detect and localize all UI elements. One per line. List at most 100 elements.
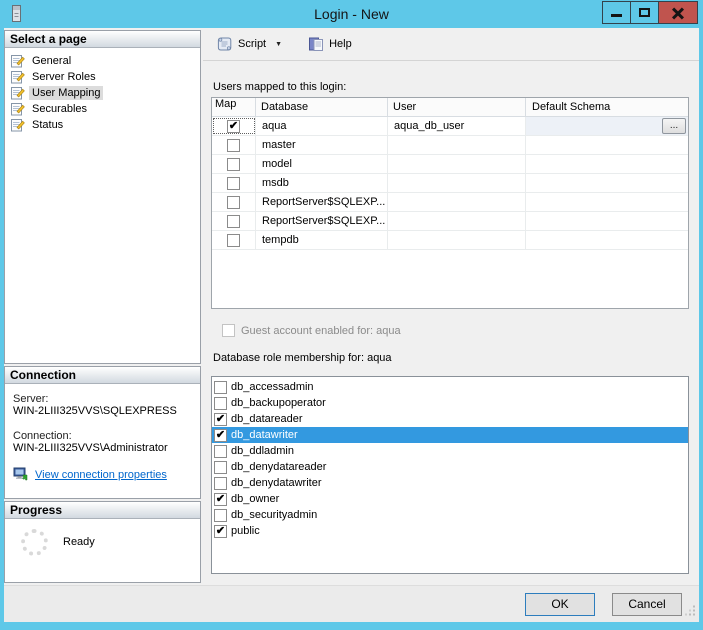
user-cell xyxy=(388,136,526,154)
map-checkbox[interactable] xyxy=(227,215,240,228)
sidebar-item-label: General xyxy=(29,54,74,68)
guest-account-checkbox xyxy=(222,324,235,337)
column-header-user[interactable]: User xyxy=(388,98,526,116)
map-cell[interactable] xyxy=(212,231,256,249)
user-cell xyxy=(388,155,526,173)
left-panel: Select a page General Server Roles xyxy=(4,28,203,585)
role-list-item-db_denydatareader[interactable]: db_denydatareader xyxy=(212,459,688,475)
script-dropdown-icon[interactable]: ▼ xyxy=(271,41,286,48)
close-button[interactable] xyxy=(658,1,698,24)
table-row[interactable]: ✔ aqua aqua_db_user ... xyxy=(212,117,688,136)
minimize-button[interactable] xyxy=(602,1,631,24)
progress-spinner-icon xyxy=(21,529,48,556)
role-label: db_ddladmin xyxy=(231,445,294,457)
map-cell[interactable] xyxy=(212,212,256,230)
map-checkbox[interactable] xyxy=(227,139,240,152)
role-membership-list: db_accessadmin db_backupoperator ✔ db_da… xyxy=(211,376,689,574)
role-checkbox[interactable] xyxy=(214,381,227,394)
connection-panel: Connection Server: WIN-2LIII325VVS\SQLEX… xyxy=(4,366,201,499)
table-row[interactable]: ReportServer$SQLEXP... xyxy=(212,212,688,231)
connection-value: WIN-2LIII325VVS\Administrator xyxy=(13,442,192,454)
table-row[interactable]: msdb xyxy=(212,174,688,193)
sidebar-item-status[interactable]: Status xyxy=(7,117,198,133)
column-header-map[interactable]: Map xyxy=(212,98,256,116)
connection-properties-icon xyxy=(13,467,29,482)
user-cell xyxy=(388,231,526,249)
map-checkbox[interactable] xyxy=(227,177,240,190)
role-list-item-db_owner[interactable]: ✔ db_owner xyxy=(212,491,688,507)
user-cell xyxy=(388,212,526,230)
role-checkbox[interactable] xyxy=(214,445,227,458)
role-checkbox[interactable] xyxy=(214,397,227,410)
database-cell: ReportServer$SQLEXP... xyxy=(256,212,388,230)
column-header-database[interactable]: Database xyxy=(256,98,388,116)
page-icon xyxy=(11,70,25,84)
role-checkbox[interactable] xyxy=(214,509,227,522)
role-checkbox[interactable]: ✔ xyxy=(214,493,227,506)
browse-button[interactable]: ... xyxy=(662,118,686,134)
default-schema-cell: ... xyxy=(526,117,688,135)
page-icon xyxy=(11,54,25,68)
role-checkbox[interactable] xyxy=(214,477,227,490)
users-mapped-table: Map Database User Default Schema ✔ aqua … xyxy=(211,97,689,309)
role-list-item-db_datawriter[interactable]: ✔ db_datawriter xyxy=(212,427,688,443)
page-icon xyxy=(11,102,25,116)
minimize-icon xyxy=(611,14,622,17)
map-checkbox[interactable] xyxy=(227,196,240,209)
help-button-label: Help xyxy=(329,38,352,50)
map-cell[interactable] xyxy=(212,174,256,192)
role-list-item-db_datareader[interactable]: ✔ db_datareader xyxy=(212,411,688,427)
default-schema-cell xyxy=(526,174,688,192)
map-cell[interactable]: ✔ xyxy=(212,117,256,135)
view-connection-properties-link[interactable]: View connection properties xyxy=(35,469,167,481)
sidebar-item-label: Server Roles xyxy=(29,70,99,84)
database-cell: aqua xyxy=(256,117,388,135)
server-label: Server: xyxy=(13,393,192,405)
role-checkbox[interactable]: ✔ xyxy=(214,413,227,426)
toolbar: Script ▼ Help xyxy=(203,28,699,61)
server-value: WIN-2LIII325VVS\SQLEXPRESS xyxy=(13,405,192,417)
map-cell[interactable] xyxy=(212,136,256,154)
default-schema-cell xyxy=(526,212,688,230)
map-cell[interactable] xyxy=(212,155,256,173)
map-cell[interactable] xyxy=(212,193,256,211)
close-icon xyxy=(672,7,684,19)
role-checkbox[interactable] xyxy=(214,461,227,474)
role-list-item-db_backupoperator[interactable]: db_backupoperator xyxy=(212,395,688,411)
ok-button[interactable]: OK xyxy=(525,593,595,616)
progress-header: Progress xyxy=(5,502,200,519)
help-button[interactable]: Help xyxy=(304,33,356,55)
page-icon xyxy=(11,86,25,100)
database-cell: ReportServer$SQLEXP... xyxy=(256,193,388,211)
map-checkbox[interactable] xyxy=(227,234,240,247)
role-checkbox[interactable]: ✔ xyxy=(214,525,227,538)
role-list-item-db_accessadmin[interactable]: db_accessadmin xyxy=(212,379,688,395)
role-checkbox[interactable]: ✔ xyxy=(214,429,227,442)
script-icon xyxy=(216,36,233,52)
progress-panel: Progress Ready xyxy=(4,501,201,583)
table-row[interactable]: master xyxy=(212,136,688,155)
resize-grip[interactable] xyxy=(685,605,696,619)
map-checkbox[interactable] xyxy=(227,158,240,171)
sidebar-item-general[interactable]: General xyxy=(7,53,198,69)
role-list-item-db_denydatawriter[interactable]: db_denydatawriter xyxy=(212,475,688,491)
role-list-item-public[interactable]: ✔ public xyxy=(212,523,688,539)
column-header-default-schema[interactable]: Default Schema xyxy=(526,98,688,116)
sidebar-item-user-mapping[interactable]: User Mapping xyxy=(7,85,198,101)
table-row[interactable]: tempdb xyxy=(212,231,688,250)
sidebar-item-server-roles[interactable]: Server Roles xyxy=(7,69,198,85)
cancel-button[interactable]: Cancel xyxy=(612,593,682,616)
role-list-item-db_ddladmin[interactable]: db_ddladmin xyxy=(212,443,688,459)
maximize-button[interactable] xyxy=(630,1,659,24)
table-row[interactable]: model xyxy=(212,155,688,174)
map-checkbox[interactable]: ✔ xyxy=(227,120,240,133)
table-body: ✔ aqua aqua_db_user ... master model msd… xyxy=(212,117,688,250)
table-header-row: Map Database User Default Schema xyxy=(212,98,688,117)
script-button[interactable]: Script ▼ xyxy=(212,33,290,55)
role-list-item-db_securityadmin[interactable]: db_securityadmin xyxy=(212,507,688,523)
window-controls xyxy=(603,1,698,24)
sidebar-item-securables[interactable]: Securables xyxy=(7,101,198,117)
table-row[interactable]: ReportServer$SQLEXP... xyxy=(212,193,688,212)
connection-header: Connection xyxy=(5,367,200,384)
default-schema-cell xyxy=(526,193,688,211)
